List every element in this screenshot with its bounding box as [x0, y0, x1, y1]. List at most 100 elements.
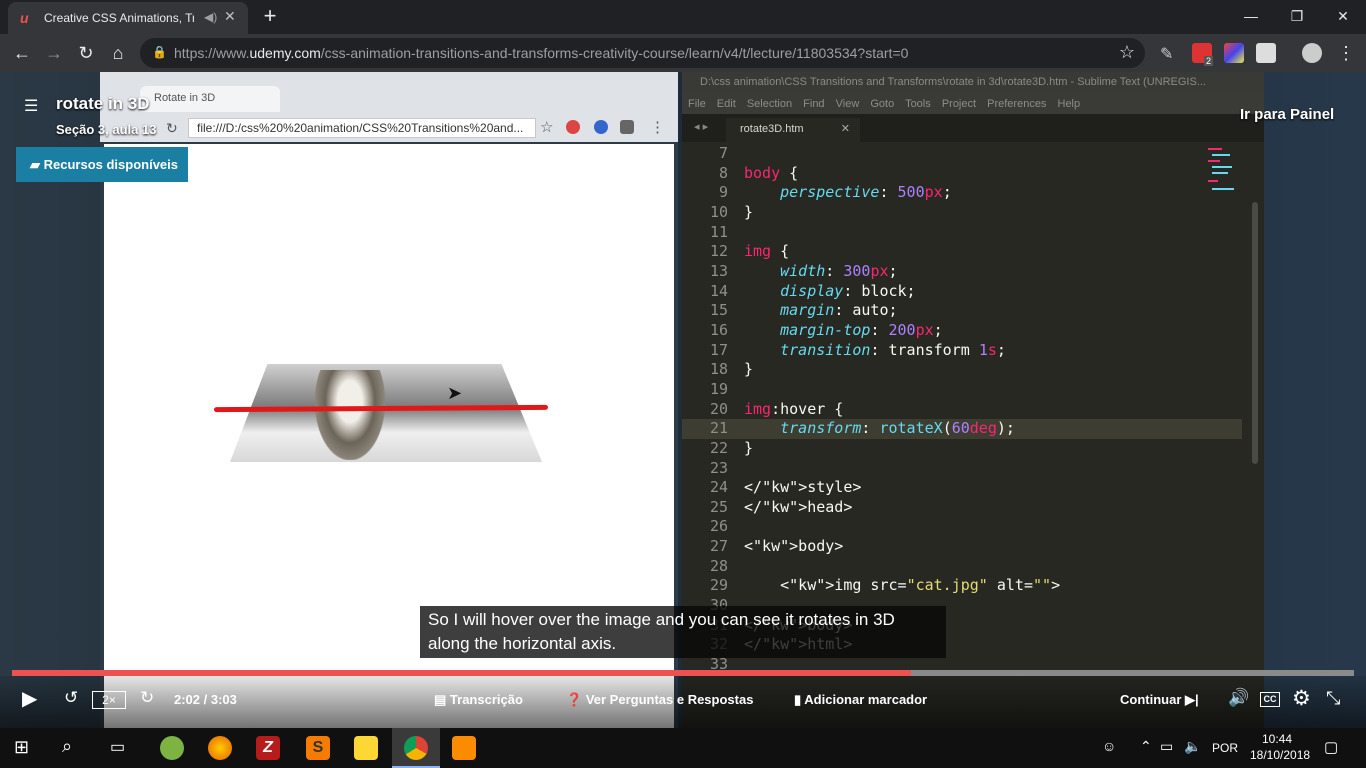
code-line: 12 img { — [682, 242, 1242, 262]
line-number: 8 — [718, 163, 728, 182]
close-tab-icon[interactable]: ✕ — [224, 8, 236, 25]
line-number: 26 — [709, 517, 728, 536]
line-number: 22 — [709, 438, 728, 457]
home-button[interactable]: ⌂ — [106, 41, 130, 65]
code-line: 27 <"kw">body> — [682, 537, 1242, 557]
line-number: 29 — [709, 576, 728, 595]
menu-item: Edit — [716, 98, 736, 110]
menu-item: Find — [803, 98, 825, 110]
extension-badge: 2 — [1204, 56, 1214, 66]
sublime-tab-bar: ◂ ▸ ✕ rotate3D.htm — [682, 114, 1264, 142]
maximize-button[interactable]: ❐ — [1274, 0, 1320, 32]
code-line: 28 — [682, 557, 1242, 577]
code-line: 17 transition: transform 1s; — [682, 341, 1242, 361]
chrome-taskbar-button[interactable] — [392, 728, 440, 768]
cc-button[interactable]: CC — [1260, 692, 1280, 707]
code-line: 21 transform: rotateX(60deg); — [682, 419, 1242, 439]
menu-item: Tools — [905, 98, 931, 110]
address-bar[interactable]: 🔒 https://www.udemy.com/css-animation-tr… — [140, 38, 1145, 68]
browser-tab[interactable]: u Creative CSS Animations, Tra ◀) ✕ — [8, 2, 248, 34]
sidebar-menu-icon[interactable]: ☰ — [24, 96, 38, 116]
speaker-icon[interactable]: 🔈 — [1184, 738, 1201, 755]
resources-button[interactable]: ▰ Recursos disponíveis — [16, 147, 188, 182]
line-number: 18 — [709, 360, 728, 379]
network-icon[interactable]: ▭ — [1160, 738, 1173, 755]
playback-speed-button[interactable]: 2× — [92, 691, 126, 709]
line-number: 14 — [709, 281, 728, 300]
udemy-favicon-icon: u — [20, 10, 29, 26]
rewind-icon[interactable]: ↺ — [64, 688, 78, 708]
add-bookmark-button[interactable]: ▮ Adicionar marcador — [794, 692, 927, 708]
xampp-icon[interactable] — [452, 736, 476, 760]
code-line: 20 img:hover { — [682, 400, 1242, 420]
file-explorer-icon[interactable] — [354, 736, 378, 760]
code-text: img:hover { — [744, 399, 844, 418]
sublime-text-icon[interactable]: S — [306, 736, 330, 760]
forward-icon[interactable]: ↻ — [140, 688, 154, 708]
close-window-button[interactable]: ✕ — [1320, 0, 1366, 32]
line-number: 12 — [709, 242, 728, 261]
tab-close-icon: ✕ — [840, 123, 850, 135]
questions-button[interactable]: ❓ Ver Perguntas e Respostas — [566, 692, 753, 708]
star-icon: ☆ — [540, 119, 554, 136]
continue-button[interactable]: Continuar ▶| — [1120, 692, 1199, 708]
notifications-icon[interactable]: ▢ — [1324, 738, 1338, 756]
sublime-menu-bar: File Edit Selection Find View Goto Tools… — [682, 94, 1264, 114]
input-language[interactable]: POR — [1212, 741, 1238, 755]
code-text: width: 300px; — [780, 261, 898, 280]
sublime-title-bar: D:\css animation\CSS Transitions and Tra… — [682, 72, 1264, 94]
lecture-section: Seção 3, aula 13 — [56, 122, 157, 137]
menu-item: File — [688, 98, 706, 110]
reload-icon: ↻ — [166, 120, 178, 136]
new-tab-button[interactable]: + — [258, 4, 282, 28]
code-text: transform: rotateX(60deg); — [780, 419, 1015, 438]
code-text: margin: auto; — [780, 301, 898, 320]
code-line: 19 — [682, 380, 1242, 400]
settings-gear-icon[interactable]: ⚙ — [1292, 686, 1311, 711]
go-to-dashboard-link[interactable]: Ir para Painel — [1240, 106, 1334, 123]
task-view-icon[interactable]: ▭ — [110, 737, 125, 757]
android-studio-icon[interactable] — [160, 736, 184, 760]
tab-title: Creative CSS Animations, Tra — [44, 11, 194, 25]
line-number: 17 — [709, 340, 728, 359]
filezilla-icon[interactable]: Z — [256, 736, 280, 760]
volume-icon[interactable]: 🔊 — [1228, 688, 1249, 708]
code-text: margin-top: 200px; — [780, 320, 943, 339]
cat-figure — [315, 370, 385, 460]
firefox-icon[interactable] — [208, 736, 232, 760]
speaker-icon[interactable]: ◀) — [204, 10, 217, 24]
code-minimap — [1208, 148, 1234, 190]
back-button[interactable]: ← — [10, 41, 34, 65]
extension-icon[interactable] — [1256, 43, 1276, 63]
chevron-up-icon[interactable]: ⌃ — [1140, 738, 1152, 755]
forward-button[interactable]: → — [42, 41, 66, 65]
menu-item: Preferences — [987, 98, 1047, 110]
code-line: 24 </"kw">style> — [682, 478, 1242, 498]
minimize-button[interactable]: — — [1228, 0, 1274, 32]
clock-date[interactable]: 18/10/2018 — [1250, 748, 1310, 762]
menu-item: Help — [1057, 98, 1081, 110]
people-icon[interactable]: ☺ — [1102, 738, 1116, 754]
clock-time[interactable]: 10:44 — [1262, 732, 1292, 746]
extension-icon[interactable] — [1224, 43, 1244, 63]
chrome-icon — [404, 736, 428, 760]
menu-icon[interactable]: ⋮ — [1334, 41, 1358, 65]
play-button[interactable]: ▶ — [22, 686, 37, 711]
code-text: </"kw">style> — [744, 478, 862, 497]
bookmark-icon: ▮ — [794, 692, 805, 707]
menu-item: Project — [941, 98, 977, 110]
fullscreen-icon[interactable]: ⤡ — [1326, 688, 1340, 709]
video-player[interactable]: Rotate in 3D ↻ file:///D:/css%20%20anima… — [0, 72, 1366, 734]
transcript-button[interactable]: ▤ Transcrição — [434, 692, 523, 708]
browser-toolbar: ← → ↻ ⌂ 🔒 https://www.udemy.com/css-anim… — [0, 34, 1366, 72]
pen-extension-icon[interactable]: ✎ — [1160, 44, 1180, 64]
reload-button[interactable]: ↻ — [74, 41, 98, 65]
windows-taskbar: ⊞ ⌕ ▭ Z S ☺ ⌃ ▭ 🔈 POR 10:44 18/10/2018 ▢ — [0, 728, 1366, 768]
code-text: body { — [744, 163, 799, 182]
windows-start-icon[interactable]: ⊞ — [14, 737, 29, 758]
line-number: 20 — [709, 399, 728, 418]
search-icon[interactable]: ⌕ — [62, 736, 72, 757]
profile-avatar[interactable] — [1302, 43, 1322, 63]
line-number: 27 — [709, 537, 728, 556]
bookmark-star-icon[interactable]: ☆ — [1119, 42, 1135, 63]
